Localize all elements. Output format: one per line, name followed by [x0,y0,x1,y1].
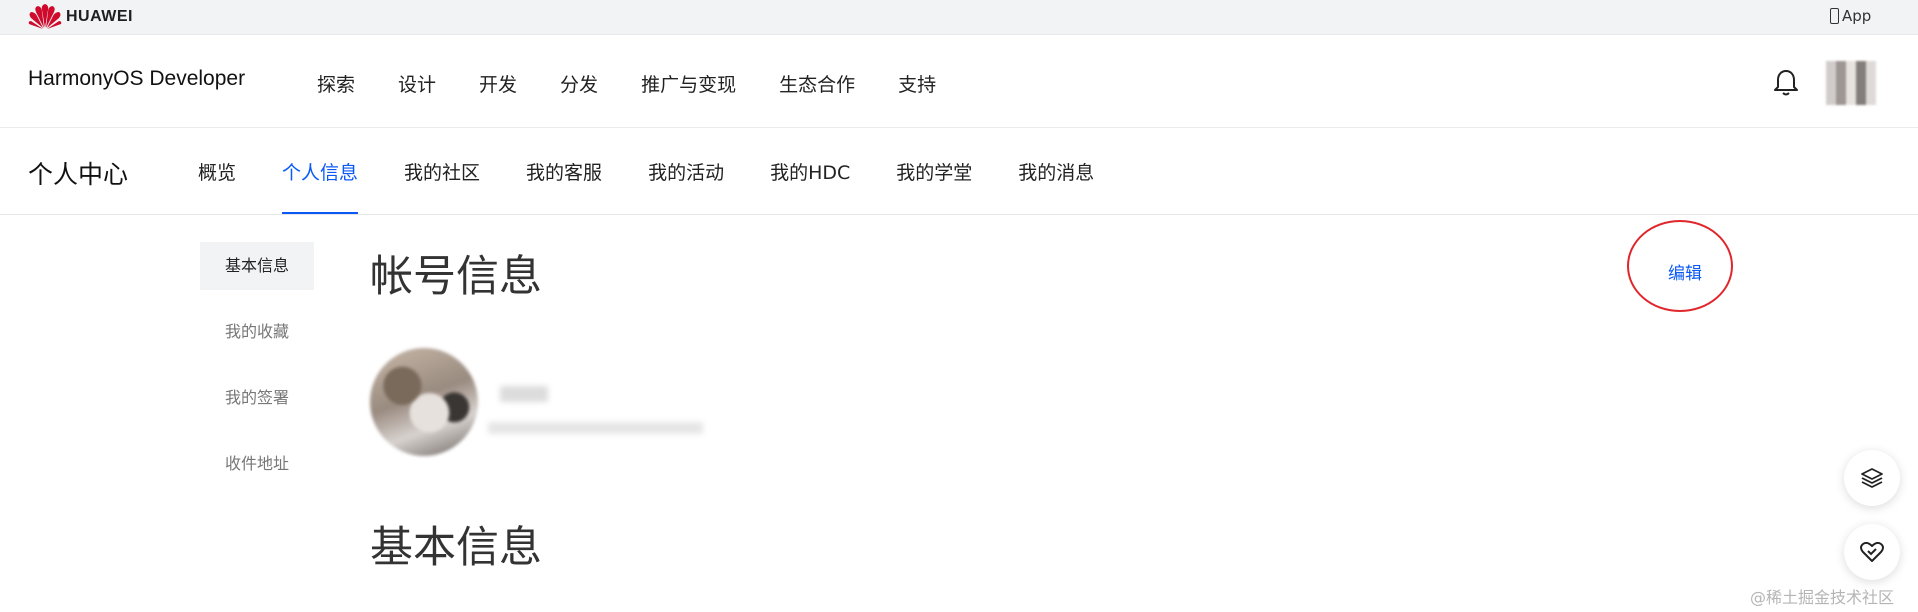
basic-info-heading: 基本信息 [370,523,542,573]
layers-icon [1861,468,1883,488]
harmonyos-developer-logo[interactable]: HarmonyOS Developer [28,67,245,91]
blurred-username [500,386,548,402]
tab-overview[interactable]: 概览 [198,158,236,214]
tab-my-service[interactable]: 我的客服 [526,158,602,214]
side-menu: 基本信息 我的收藏 我的签署 收件地址 [200,242,314,506]
tab-my-community[interactable]: 我的社区 [404,158,480,214]
tab-personal-info[interactable]: 个人信息 [282,158,359,214]
app-link-label: App [1842,7,1872,25]
tab-my-messages[interactable]: 我的消息 [1018,158,1094,214]
sidebar-item-signatures[interactable]: 我的签署 [200,374,314,422]
nav-item-promote[interactable]: 推广与变现 [641,70,736,97]
personal-center-tabs: 概览 个人信息 我的社区 我的客服 我的活动 我的HDC 我的学堂 我的消息 [198,158,1140,214]
app-link[interactable]: App [1830,7,1871,25]
nav-item-support[interactable]: 支持 [898,70,936,97]
bell-icon[interactable] [1773,68,1799,96]
phone-icon [1830,8,1839,24]
account-info-heading: 帐号信息 [370,252,542,302]
personal-center-nav: 个人中心 概览 个人信息 我的社区 我的客服 我的活动 我的HDC 我的学堂 我… [0,128,1918,215]
sidebar-item-basic-info[interactable]: 基本信息 [200,242,314,290]
top-bar: HUAWEI App [0,0,1918,35]
nav-item-distribute[interactable]: 分发 [560,70,598,97]
nav-menu: 探索 设计 开发 分发 推广与变现 生态合作 支持 [317,70,979,97]
heart-icon [1860,541,1884,562]
nav-item-explore[interactable]: 探索 [317,70,355,97]
tab-my-hdc[interactable]: 我的HDC [770,158,850,214]
blurred-user-id [488,422,703,434]
sidebar-item-address[interactable]: 收件地址 [200,440,314,488]
nav-item-ecosystem[interactable]: 生态合作 [779,70,855,97]
tab-my-activities[interactable]: 我的活动 [648,158,724,214]
edit-button[interactable]: 编辑 [1668,259,1702,284]
watermark: @稀土掘金技术社区 [1750,588,1895,607]
user-avatar[interactable] [1826,61,1876,105]
page-title: 个人中心 [28,160,129,189]
nav-item-design[interactable]: 设计 [398,70,436,97]
huawei-wordmark[interactable]: HUAWEI [66,8,133,26]
sidebar-item-favorites[interactable]: 我的收藏 [200,308,314,356]
tab-my-academy[interactable]: 我的学堂 [896,158,972,214]
layers-float-button[interactable] [1844,450,1900,506]
main-nav: HarmonyOS Developer 探索 设计 开发 分发 推广与变现 生态… [0,35,1918,128]
favorite-float-button[interactable] [1844,524,1900,580]
profile-avatar [370,348,478,456]
huawei-logo-icon[interactable] [28,4,62,30]
nav-item-develop[interactable]: 开发 [479,70,517,97]
